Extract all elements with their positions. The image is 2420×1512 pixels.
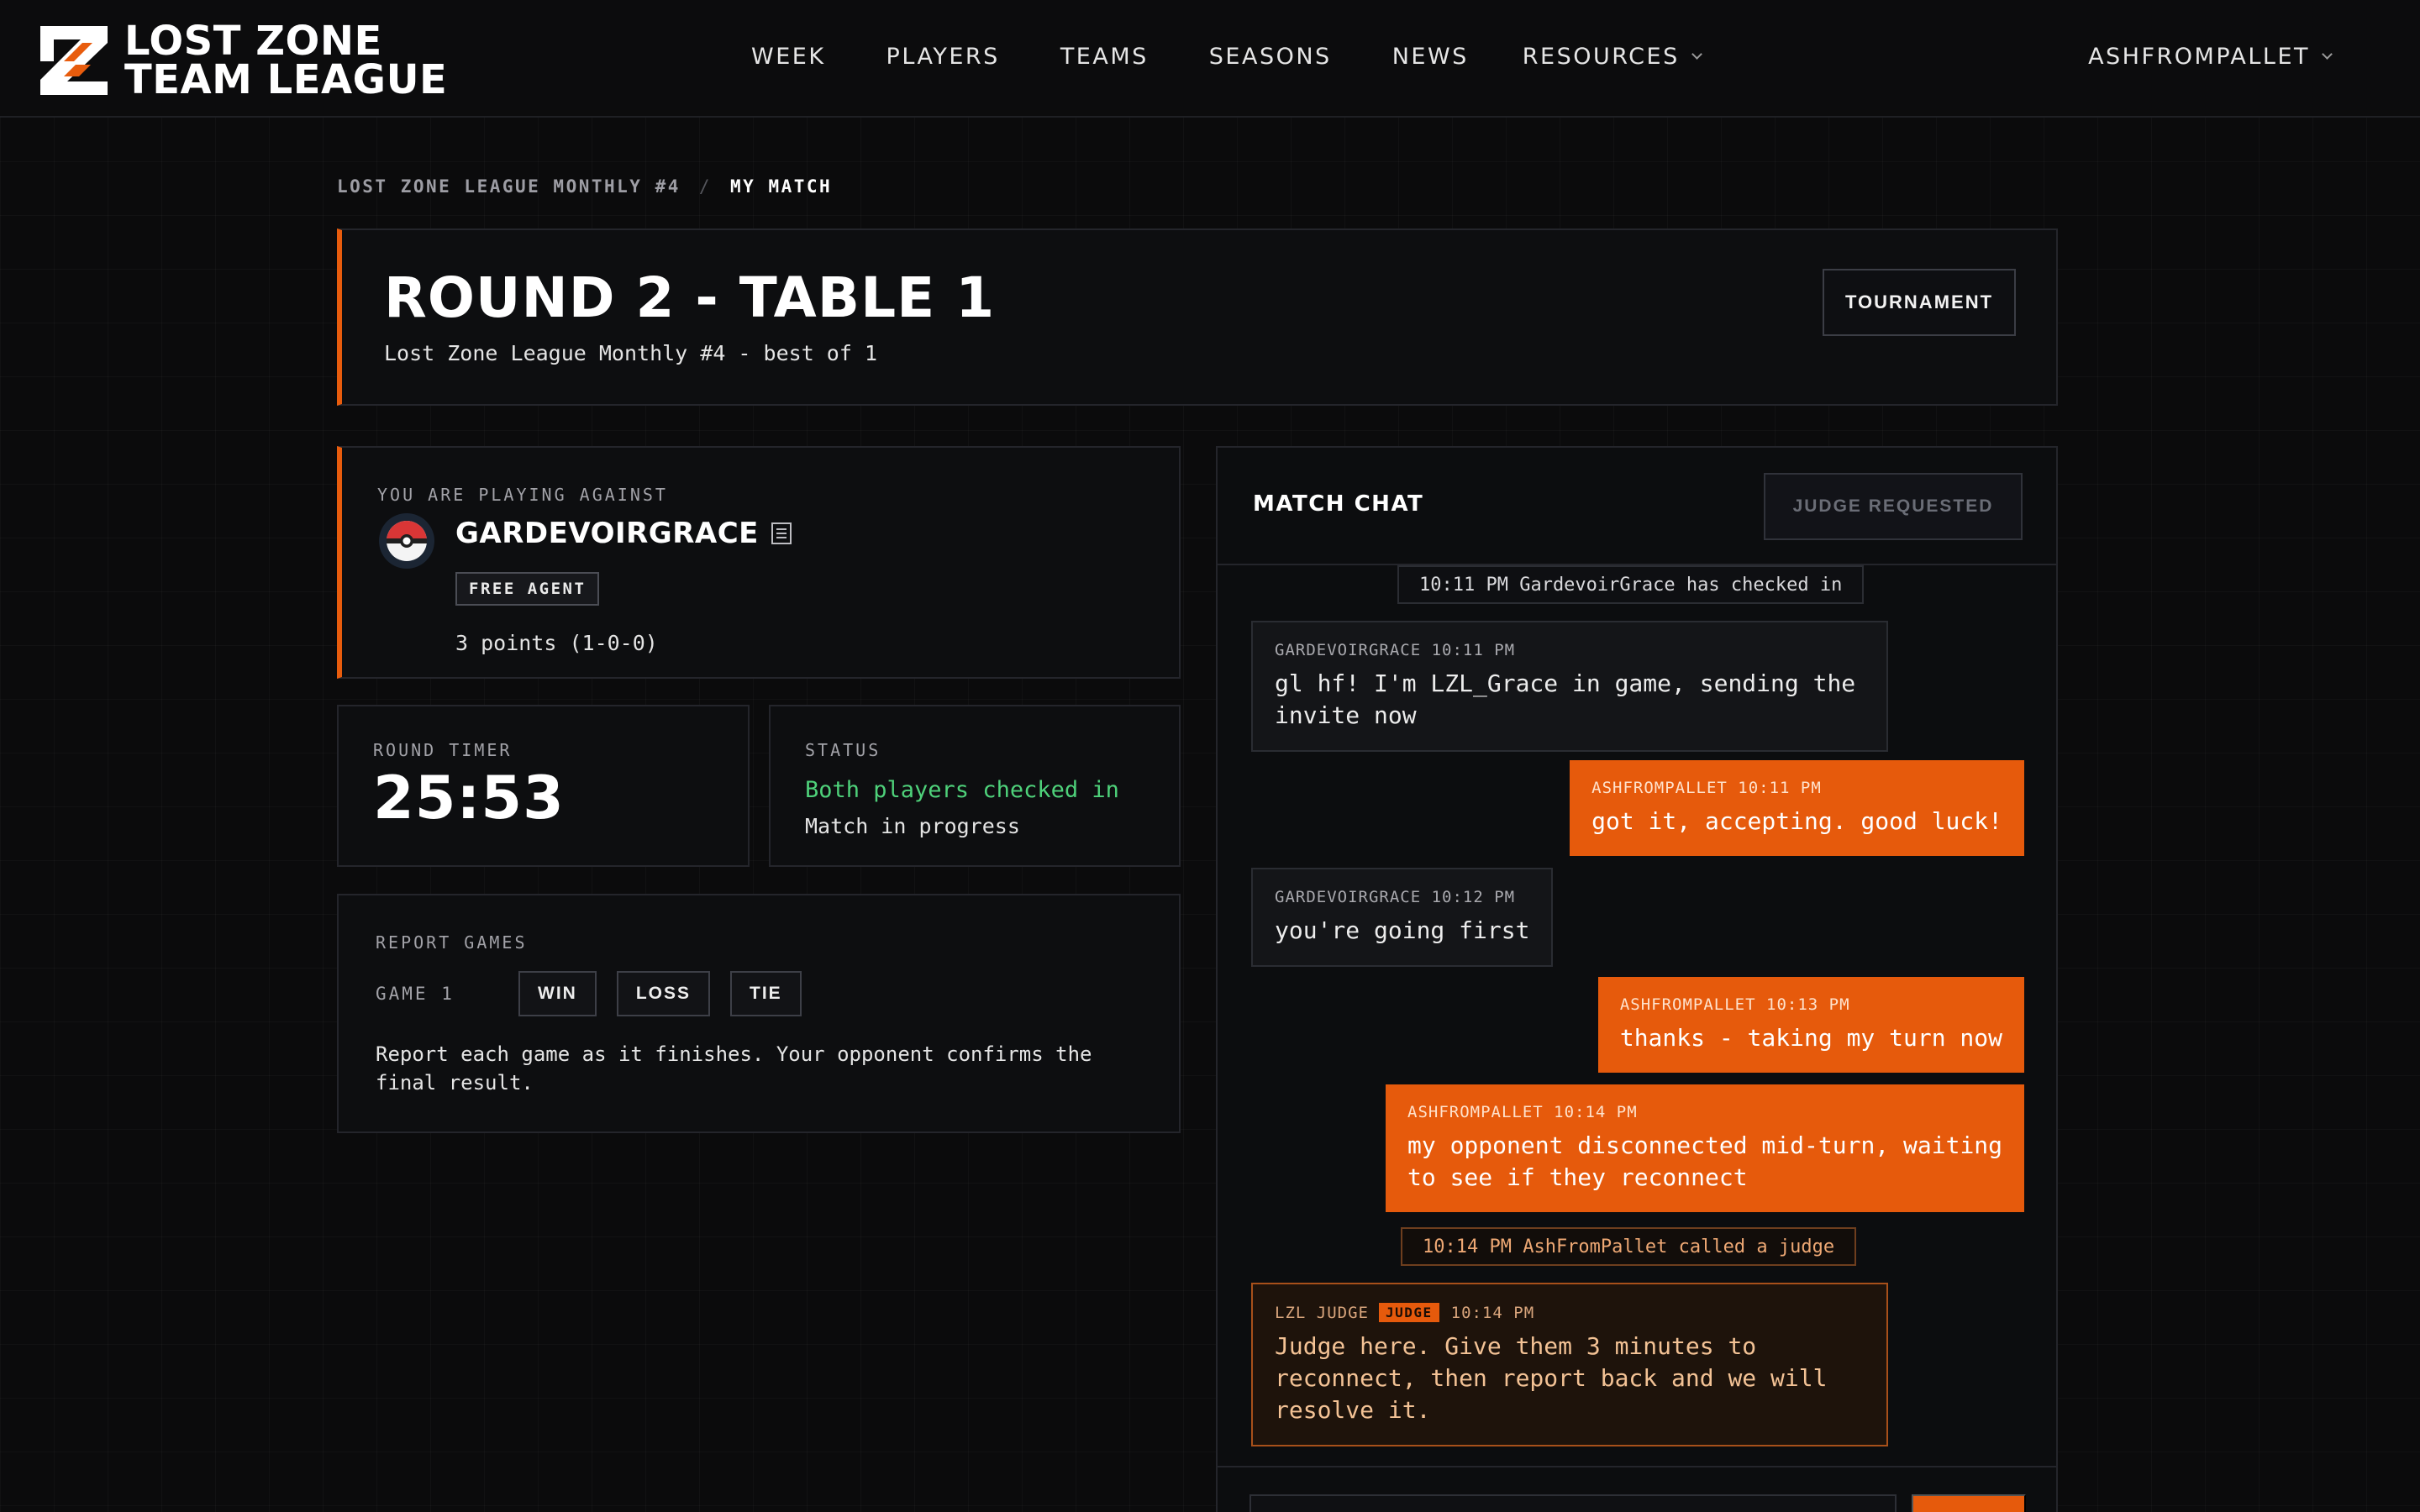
nav-resources-label: RESOURCES <box>1522 44 1680 70</box>
report-games-card: REPORT GAMES GAME 1 WIN LOSS TIE Report … <box>337 894 1181 1133</box>
main-nav: WEEK PLAYERS TEAMS SEASONS NEWS RESOURCE… <box>751 44 1761 70</box>
chat-messages[interactable]: 10:11 PM GardevoirGrace has checked in G… <box>1218 565 2056 1446</box>
match-chat-panel: MATCH CHAT JUDGE REQUESTED 10:11 PM Gard… <box>1216 446 2058 1512</box>
nav-week[interactable]: WEEK <box>751 44 826 70</box>
nav-resources-dropdown[interactable]: RESOURCES <box>1522 44 1702 70</box>
win-button[interactable]: WIN <box>518 971 597 1016</box>
message-text: you're going first <box>1275 916 1530 944</box>
judge-requested-button[interactable]: JUDGE REQUESTED <box>1764 473 2023 540</box>
brand-line-2: TEAM LEAGUE <box>124 56 448 103</box>
chevron-down-icon <box>1691 49 1702 60</box>
tournament-button[interactable]: TOURNAMENT <box>1823 269 2016 336</box>
message-time: 10:14 PM <box>1450 1303 1535 1322</box>
brand-name: LOST ZONE TEAM LEAGUE <box>124 18 448 103</box>
match-subtitle: Lost Zone League Monthly #4 - best of 1 <box>384 341 877 365</box>
loss-button[interactable]: LOSS <box>616 971 711 1016</box>
message-author: ASHFROMPALLET <box>1407 1103 1544 1121</box>
chat-composer <box>1218 1466 2056 1512</box>
message-text: got it, accepting. good luck! <box>1591 807 2002 835</box>
chat-title: MATCH CHAT <box>1253 491 1424 517</box>
message-time: 10:11 PM <box>1738 779 1822 797</box>
message-author: ASHFROMPALLET <box>1591 779 1728 797</box>
brand-line-1: LOST ZONE <box>124 18 382 65</box>
status-card: STATUS Both players checked in Match in … <box>769 705 1181 867</box>
chat-header: MATCH CHAT JUDGE REQUESTED <box>1218 448 2056 565</box>
breadcrumb-tournament-link[interactable]: LOST ZONE LEAGUE MONTHLY #4 <box>337 176 681 197</box>
user-menu[interactable]: ASHFROMPALLET <box>2088 44 2333 70</box>
game-1-row: GAME 1 WIN LOSS TIE <box>376 971 822 1016</box>
nav-players[interactable]: PLAYERS <box>886 44 1000 70</box>
report-games-label: REPORT GAMES <box>376 932 528 953</box>
chat-message-outgoing: ASHFROMPALLET 10:13 PM thanks - taking m… <box>1597 977 2024 1073</box>
opponent-record: 3 points (1-0-0) <box>455 631 658 655</box>
chevron-down-icon <box>2322 49 2333 60</box>
message-time: 10:13 PM <box>1766 995 1850 1014</box>
message-text: my opponent disconnected mid-turn, waiti… <box>1407 1131 2003 1191</box>
round-timer-card: ROUND TIMER 25:53 <box>337 705 750 867</box>
username: ASHFROMPALLET <box>2088 44 2310 70</box>
opponent-name[interactable]: GARDEVOIRGRACE <box>455 517 759 550</box>
breadcrumb-current: MY MATCH <box>730 176 833 197</box>
message-author: GARDEVOIRGRACE <box>1275 888 1422 906</box>
opponent-card: YOU ARE PLAYING AGAINST GARDEVOIRGRACE F… <box>337 446 1181 679</box>
message-meta: ASHFROMPALLET 10:11 PM <box>1591 779 2002 797</box>
page-title: ROUND 2 - TABLE 1 <box>384 265 996 330</box>
message-text: thanks - taking my turn now <box>1619 1024 2002 1052</box>
checkin-status: Both players checked in <box>805 777 1119 803</box>
breadcrumb: LOST ZONE LEAGUE MONTHLY #4 / MY MATCH <box>337 176 832 197</box>
round-timer-value: 25:53 <box>373 764 565 832</box>
game-1-label: GAME 1 <box>376 984 455 1004</box>
nav-seasons[interactable]: SEASONS <box>1209 44 1332 70</box>
match-title-card: ROUND 2 - TABLE 1 Lost Zone League Month… <box>337 228 2058 406</box>
lzl-logo-mark <box>40 26 108 95</box>
message-time: 10:11 PM <box>1431 641 1516 659</box>
message-meta: ASHFROMPALLET 10:14 PM <box>1407 1103 2002 1121</box>
top-navbar: LOST ZONE TEAM LEAGUE WEEK PLAYERS TEAMS… <box>0 0 2420 118</box>
tie-button[interactable]: TIE <box>730 971 802 1016</box>
judge-badge: JUDGE <box>1378 1303 1439 1322</box>
avatar <box>379 513 434 569</box>
message-author: LZL JUDGE <box>1275 1303 1369 1322</box>
message-author: ASHFROMPALLET <box>1619 995 1756 1014</box>
system-message: 10:11 PM GardevoirGrace has checked in <box>1397 565 1865 604</box>
message-meta: GARDEVOIRGRACE 10:11 PM <box>1275 641 1865 659</box>
chat-message-incoming: GARDEVOIRGRACE 10:12 PM you're going fir… <box>1251 868 1554 967</box>
chat-message-outgoing: ASHFROMPALLET 10:14 PM my opponent disco… <box>1386 1084 2024 1212</box>
brand-logo[interactable]: LOST ZONE TEAM LEAGUE <box>39 18 448 103</box>
round-timer-label: ROUND TIMER <box>373 740 513 760</box>
status-label: STATUS <box>805 740 881 760</box>
message-meta: ASHFROMPALLET 10:13 PM <box>1620 995 2002 1014</box>
nav-teams[interactable]: TEAMS <box>1060 44 1149 70</box>
pokeball-icon <box>387 521 427 561</box>
message-text: gl hf! I'm LZL_Grace in game, sending th… <box>1275 669 1856 729</box>
report-instructions: Report each game as it finishes. Your op… <box>376 1042 1092 1095</box>
opponent-name-row: GARDEVOIRGRACE <box>455 517 792 550</box>
chat-message-input[interactable] <box>1249 1494 1897 1512</box>
chat-message-outgoing: ASHFROMPALLET 10:11 PM got it, accepting… <box>1570 760 2024 856</box>
message-time: 10:12 PM <box>1431 888 1516 906</box>
decklist-icon[interactable] <box>771 522 792 545</box>
chat-message-incoming: GARDEVOIRGRACE 10:11 PM gl hf! I'm LZL_G… <box>1251 621 1888 752</box>
chat-message-judge: LZL JUDGE JUDGE 10:14 PM Judge here. Giv… <box>1251 1283 1888 1446</box>
match-progress-status: Match in progress <box>805 814 1020 838</box>
opponent-label: YOU ARE PLAYING AGAINST <box>377 485 668 505</box>
judge-called-notice: 10:14 PM AshFromPallet called a judge <box>1401 1227 1857 1266</box>
breadcrumb-separator: / <box>698 176 713 197</box>
message-text: Judge here. Give them 3 minutes to recon… <box>1275 1332 1828 1424</box>
message-meta: LZL JUDGE JUDGE 10:14 PM <box>1275 1303 1865 1322</box>
send-button[interactable] <box>1912 1494 2026 1512</box>
message-time: 10:14 PM <box>1554 1103 1638 1121</box>
free-agent-badge: FREE AGENT <box>455 572 600 606</box>
message-meta: GARDEVOIRGRACE 10:12 PM <box>1275 888 1529 906</box>
nav-news[interactable]: NEWS <box>1392 44 1469 70</box>
message-author: GARDEVOIRGRACE <box>1275 641 1422 659</box>
